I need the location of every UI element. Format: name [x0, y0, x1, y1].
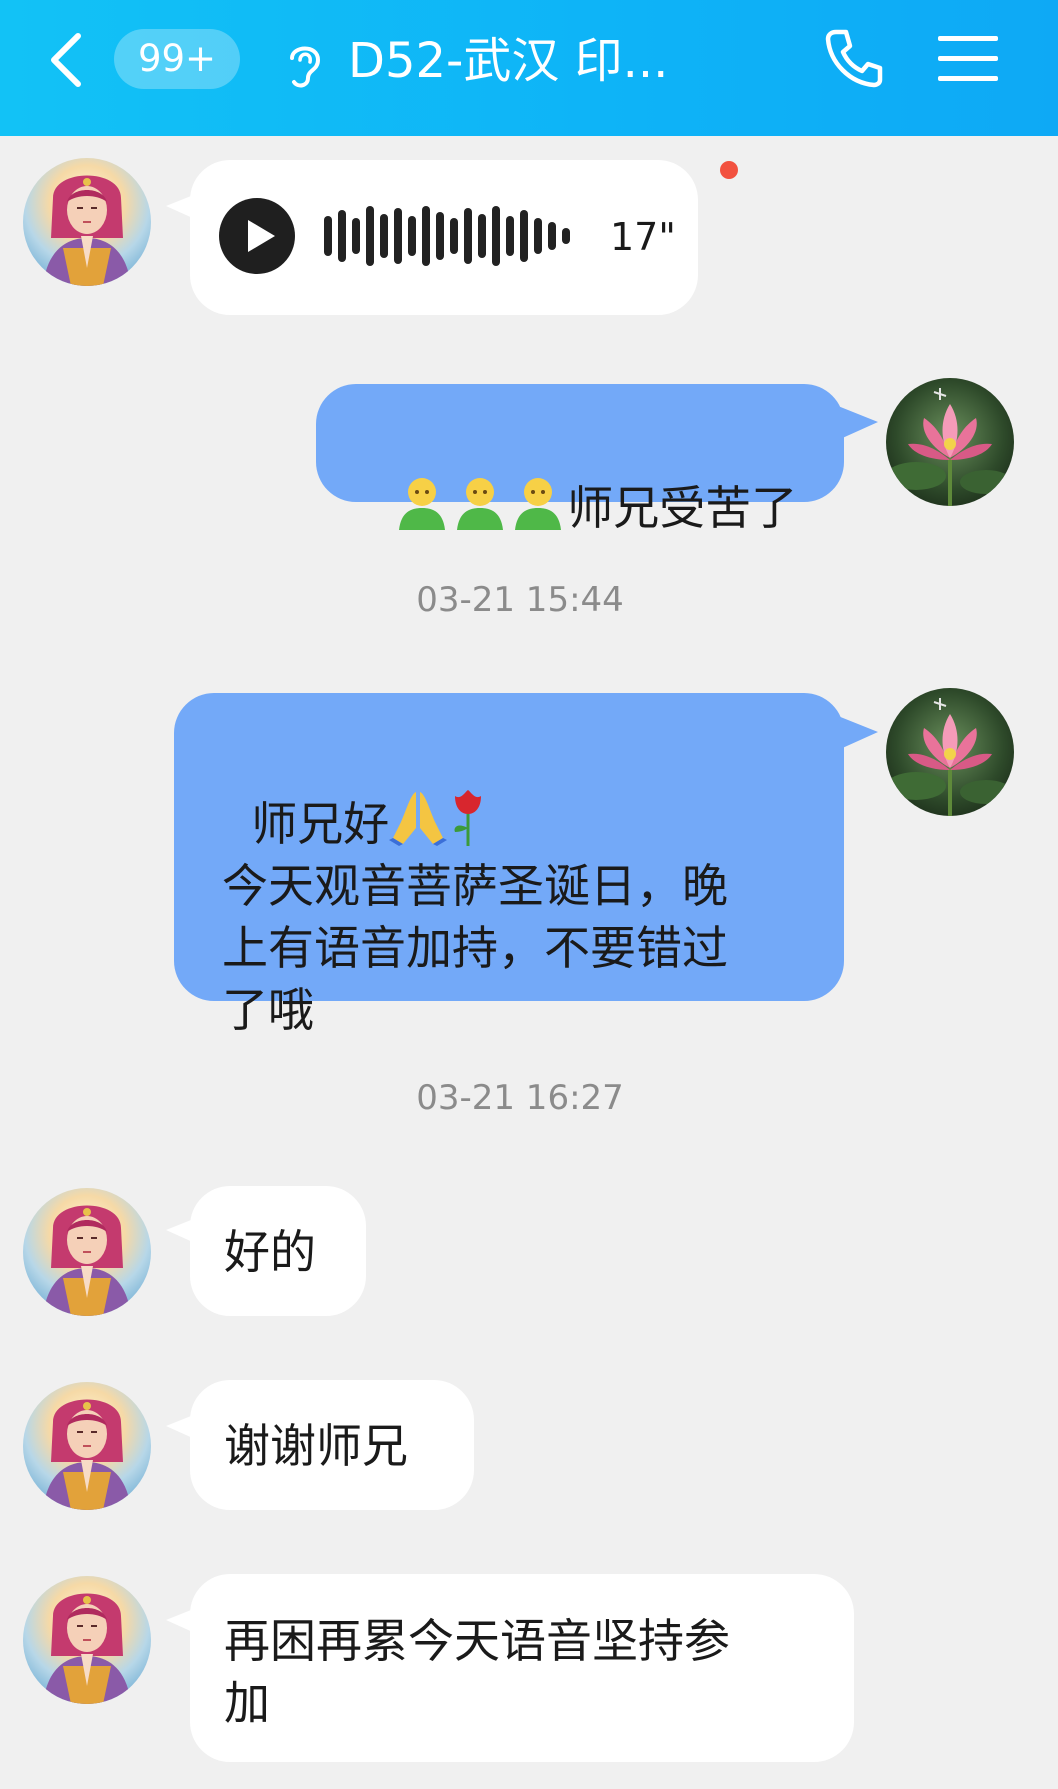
unread-voice-dot	[720, 161, 738, 179]
person-bowing-icon	[399, 478, 446, 530]
chat-header: 99+ D52-武汉 印...	[0, 0, 1058, 136]
self-avatar[interactable]	[886, 688, 1014, 816]
self-avatar[interactable]	[886, 378, 1014, 506]
play-icon[interactable]	[219, 198, 295, 274]
timestamp: 03-21 16:27	[416, 1078, 624, 1118]
bubble-tail	[838, 716, 878, 750]
voice-duration: 17"	[610, 215, 676, 259]
message-text-content: 师兄受苦了	[567, 481, 798, 535]
ear-icon[interactable]	[282, 38, 328, 90]
sender-avatar[interactable]	[23, 158, 151, 286]
hamburger-menu-icon[interactable]	[938, 32, 998, 84]
sender-avatar[interactable]	[23, 1576, 151, 1704]
voice-waveform-icon	[324, 206, 570, 266]
message-text: 师兄受苦了	[364, 414, 797, 539]
bubble-tail	[838, 406, 878, 440]
person-bowing-icon	[515, 478, 562, 530]
rose-icon	[454, 790, 482, 846]
sender-avatar[interactable]	[23, 1382, 151, 1510]
sender-avatar[interactable]	[23, 1188, 151, 1316]
message-text: 再困再累今天语音坚持参 加	[224, 1614, 730, 1730]
chevron-left-icon[interactable]	[44, 28, 88, 92]
message-text: 好的	[224, 1225, 316, 1279]
message-text: 师兄好 今天观音菩萨圣诞日，晚 上有语音加持，不要错过 了哦	[222, 726, 822, 1041]
message-greeting: 师兄好	[251, 797, 390, 851]
phone-icon[interactable]	[822, 26, 886, 90]
message-text: 谢谢师兄	[224, 1419, 408, 1473]
folded-hands-icon	[389, 792, 448, 846]
timestamp: 03-21 15:44	[416, 580, 624, 620]
chat-title[interactable]: D52-武汉 印...	[348, 26, 678, 96]
message-text-content: 今天观音菩萨圣诞日，晚 上有语音加持，不要错过 了哦	[222, 859, 728, 1037]
person-bowing-icon	[457, 478, 504, 530]
unread-count-badge[interactable]: 99+	[114, 29, 240, 89]
